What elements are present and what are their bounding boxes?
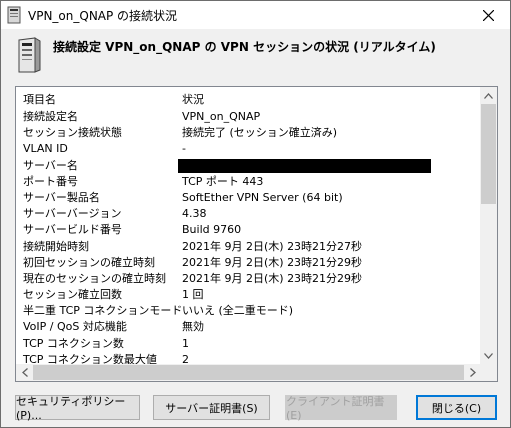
item-name: セッション接続状態 xyxy=(23,126,122,140)
chevron-right-icon xyxy=(469,368,476,377)
header-title: 接続設定 VPN_on_QNAP の VPN セッションの状況 (リアルタイム) xyxy=(53,40,436,54)
item-name: VLAN ID xyxy=(23,142,68,156)
security-policy-button[interactable]: セキュリティポリシー(P)... xyxy=(15,395,140,422)
item-value: 1 回 xyxy=(182,288,204,302)
item-name: サーバーバージョン xyxy=(23,207,122,221)
close-icon xyxy=(482,9,494,21)
chevron-down-icon xyxy=(484,352,493,359)
list-item[interactable]: 半二重 TCP コネクションモード いいえ (全二重モード) xyxy=(16,303,481,319)
connection-status-window: VPN_on_QNAP の接続状況 接続設定 VPN_on_QNAP の VPN… xyxy=(0,0,511,428)
item-value: TCP ポート 443 xyxy=(182,174,264,188)
item-value: 1 xyxy=(182,336,189,350)
status-rows: 項目名 状況 接続設定名 VPN_on_QNAP セッション接続状態 接続完了 (セ… xyxy=(16,87,481,381)
item-name: ポート番号 xyxy=(23,174,78,188)
list-item[interactable]: セッション確立回数 1 回 xyxy=(16,287,481,303)
item-name: 現在のセッションの確立時刻 xyxy=(23,271,166,285)
item-name: 半二重 TCP コネクションモード xyxy=(23,304,183,318)
list-item[interactable]: サーバーバージョン 4.38 xyxy=(16,206,481,222)
item-value: 2021年 9月 2日(木) 23時21分29秒 xyxy=(182,271,363,285)
list-item[interactable]: TCP コネクション数 1 xyxy=(16,336,481,352)
list-item[interactable]: サーバー製品名 SoftEther VPN Server (64 bit) xyxy=(16,190,481,206)
list-item[interactable]: VLAN ID - xyxy=(16,141,481,157)
vertical-scroll-thumb[interactable] xyxy=(481,104,496,204)
vertical-scrollbar[interactable] xyxy=(480,87,497,364)
chevron-left-icon xyxy=(21,368,28,377)
item-value: いいえ (全二重モード) xyxy=(182,304,294,318)
list-header: 項目名 状況 xyxy=(16,91,481,109)
redacted-value xyxy=(178,158,431,173)
item-value: - xyxy=(182,142,186,156)
item-value: 接続完了 (セッション確立済み) xyxy=(182,126,338,140)
item-name: セッション確立回数 xyxy=(23,288,122,302)
item-name: TCP コネクション数 xyxy=(23,336,124,350)
item-value: 2021年 9月 2日(木) 23時21分29秒 xyxy=(182,255,363,269)
chevron-up-icon xyxy=(484,92,493,99)
list-item[interactable]: 接続開始時刻 2021年 9月 2日(木) 23時21分27秒 xyxy=(16,239,481,255)
item-value: 4.38 xyxy=(182,207,207,221)
list-item[interactable]: セッション接続状態 接続完了 (セッション確立済み) xyxy=(16,125,481,141)
scroll-down-button[interactable] xyxy=(480,347,497,364)
list-item[interactable]: サーバー名 xyxy=(16,158,481,174)
column-header-status[interactable]: 状況 xyxy=(182,91,204,109)
scroll-left-button[interactable] xyxy=(16,364,33,381)
list-item[interactable]: 接続設定名 VPN_on_QNAP xyxy=(16,109,481,125)
item-name: サーバー名 xyxy=(23,158,78,172)
close-button[interactable]: 閉じる(C) xyxy=(416,395,497,420)
item-name: サーバービルド番号 xyxy=(23,223,122,237)
item-name: VoIP / QoS 対応機能 xyxy=(23,320,127,334)
item-name: 初回セッションの確立時刻 xyxy=(23,255,155,269)
client-certificate-button[interactable]: クライアント証明書(E) xyxy=(285,395,397,422)
server-tower-icon xyxy=(18,37,41,73)
column-header-item[interactable]: 項目名 xyxy=(23,91,56,109)
window-title: VPN_on_QNAP の接続状況 xyxy=(28,9,178,23)
item-value: SoftEther VPN Server (64 bit) xyxy=(182,190,343,204)
status-list[interactable]: 項目名 状況 接続設定名 VPN_on_QNAP セッション接続状態 接続完了 (セ… xyxy=(15,86,498,382)
close-window-button[interactable] xyxy=(466,1,510,29)
list-item[interactable]: 初回セッションの確立時刻 2021年 9月 2日(木) 23時21分29秒 xyxy=(16,255,481,271)
item-value: 2021年 9月 2日(木) 23時21分27秒 xyxy=(182,239,363,253)
list-item[interactable]: ポート番号 TCP ポート 443 xyxy=(16,174,481,190)
scrollbar-corner xyxy=(480,364,497,381)
list-item[interactable]: サーバービルド番号 Build 9760 xyxy=(16,222,481,238)
title-bar: VPN_on_QNAP の接続状況 xyxy=(1,1,510,29)
item-name: サーバー製品名 xyxy=(23,190,100,204)
list-item[interactable]: VoIP / QoS 対応機能 無効 xyxy=(16,319,481,335)
server-certificate-button[interactable]: サーバー証明書(S) xyxy=(153,395,270,420)
horizontal-scrollbar[interactable] xyxy=(16,364,481,381)
scroll-up-button[interactable] xyxy=(480,87,497,104)
list-item[interactable]: 現在のセッションの確立時刻 2021年 9月 2日(木) 23時21分29秒 xyxy=(16,271,481,287)
horizontal-scroll-thumb[interactable] xyxy=(33,365,464,380)
item-value: VPN_on_QNAP xyxy=(182,110,261,123)
item-value: 無効 xyxy=(182,320,204,334)
server-icon xyxy=(7,6,21,24)
scroll-right-button[interactable] xyxy=(464,364,481,381)
item-value: Build 9760 xyxy=(182,223,242,237)
item-name: 接続設定名 xyxy=(23,110,78,123)
item-name: 接続開始時刻 xyxy=(23,239,89,253)
